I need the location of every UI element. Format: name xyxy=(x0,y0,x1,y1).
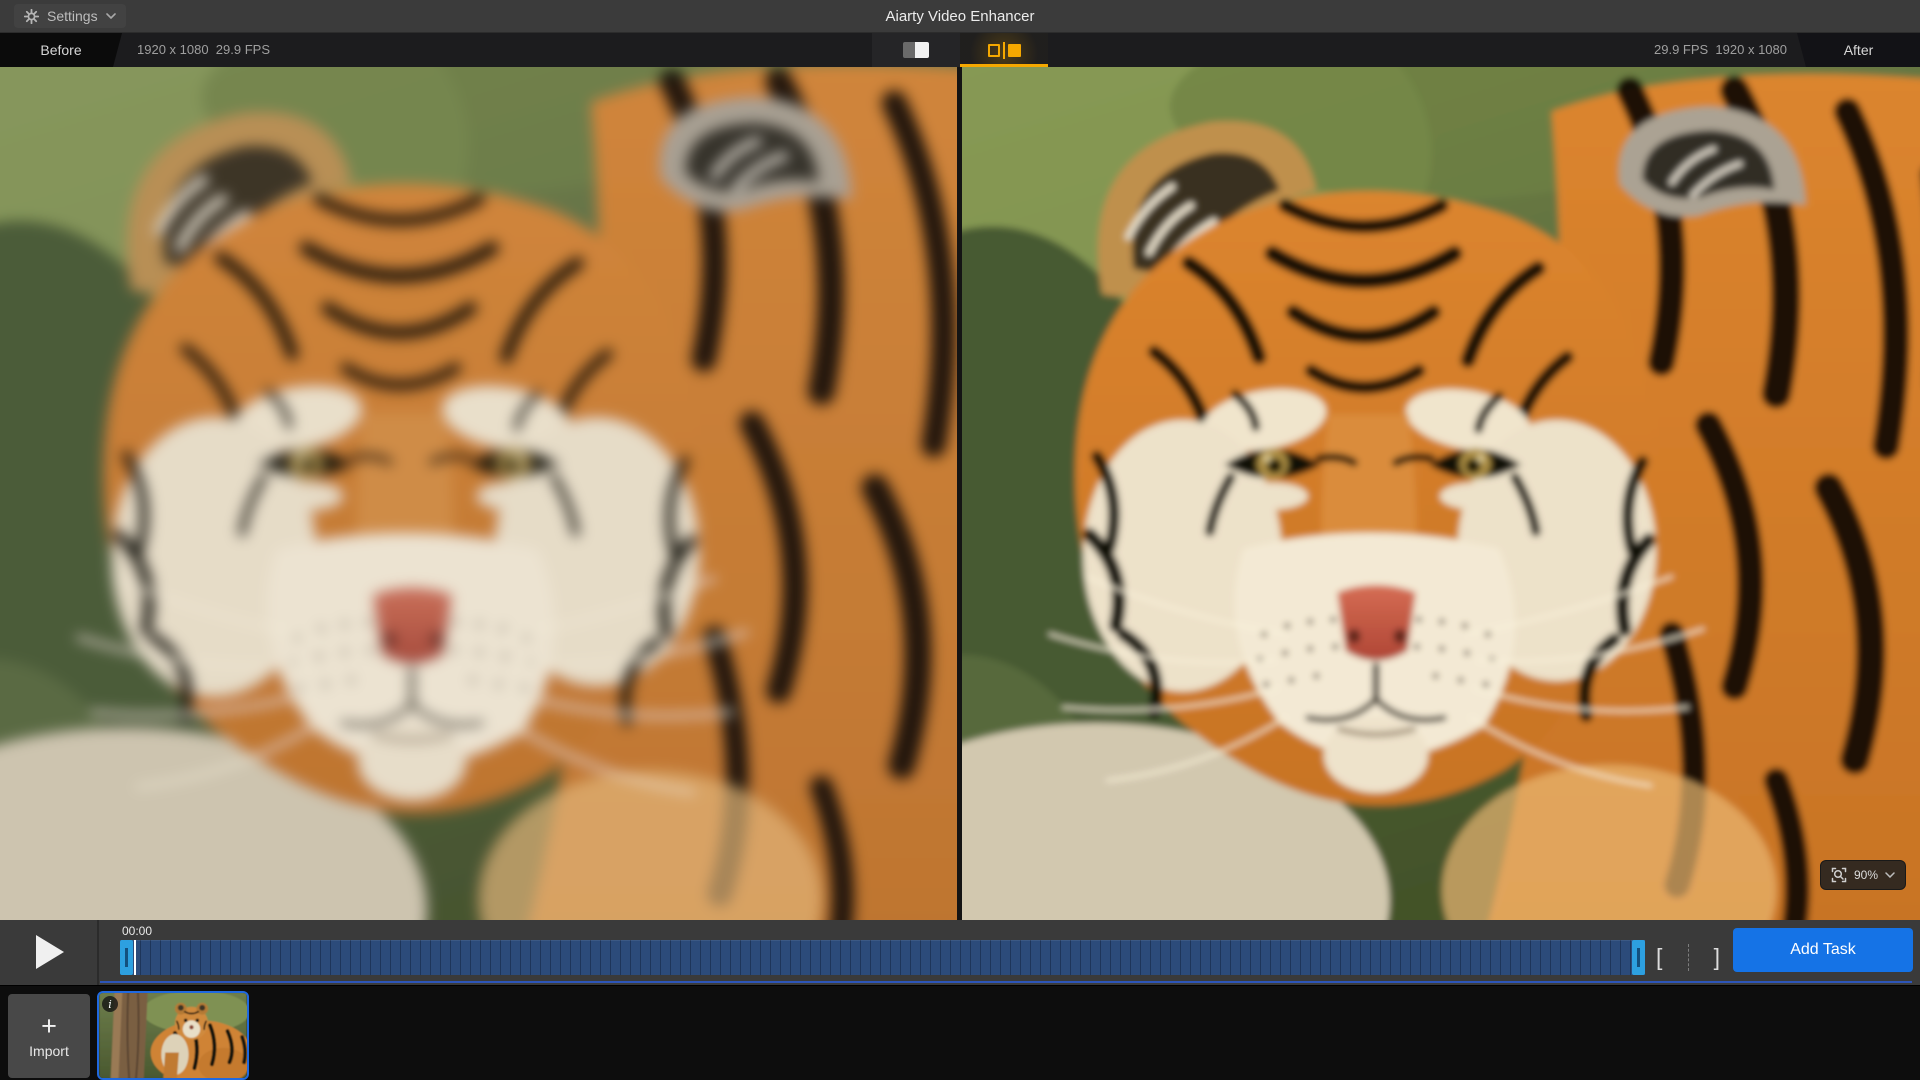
split-view-icon xyxy=(988,42,1021,59)
trim-dash-divider xyxy=(1688,944,1689,971)
tab-before[interactable]: Before xyxy=(0,33,122,67)
add-task-button[interactable]: Add Task xyxy=(1733,928,1913,972)
gear-icon xyxy=(24,9,39,24)
single-view-icon xyxy=(903,42,929,58)
tab-after[interactable]: After xyxy=(1797,33,1920,67)
player-bar: 00:00 [ ] Add Task xyxy=(0,920,1920,985)
trim-range-buttons: [ ] xyxy=(1656,940,1720,975)
plus-icon: + xyxy=(41,1013,57,1040)
play-button[interactable] xyxy=(22,929,78,975)
timeline-scrollbar[interactable] xyxy=(100,981,1912,983)
before-tiger-image xyxy=(0,67,957,920)
before-resolution-fps: 1920 x 1080 29.9 FPS xyxy=(137,33,270,67)
play-icon xyxy=(35,934,65,970)
import-button[interactable]: + Import xyxy=(8,994,90,1078)
trim-start-handle[interactable] xyxy=(120,940,133,975)
video-thumbnail[interactable] xyxy=(97,991,249,1080)
info-icon[interactable]: i xyxy=(102,996,118,1012)
set-trim-start-button[interactable]: [ xyxy=(1656,946,1662,969)
playhead[interactable] xyxy=(134,940,136,975)
zoom-level-value: 90% xyxy=(1854,868,1878,882)
set-trim-end-button[interactable]: ] xyxy=(1714,946,1720,969)
zoom-level-control[interactable]: 90% xyxy=(1820,860,1906,890)
player-separator xyxy=(97,920,99,985)
zoom-chevron-down-icon xyxy=(1885,872,1895,878)
chevron-down-icon xyxy=(106,13,116,19)
media-strip: + Import i xyxy=(0,985,1920,1080)
current-time-label: 00:00 xyxy=(122,924,152,938)
trim-end-handle[interactable] xyxy=(1632,940,1645,975)
before-preview-pane[interactable] xyxy=(0,67,957,920)
preview-viewer: 90% xyxy=(0,67,1920,920)
after-resolution-fps: 29.9 FPS 1920 x 1080 xyxy=(1654,33,1787,67)
title-bar: Settings Aiarty Video Enhancer xyxy=(0,0,1920,33)
after-preview-pane[interactable] xyxy=(962,67,1920,920)
timeline-track[interactable] xyxy=(120,940,1645,975)
thumbnail-tiger-image xyxy=(99,993,247,1078)
zoom-magnifier-icon xyxy=(1831,867,1847,883)
after-tiger-image xyxy=(962,67,1920,920)
split-view-toggle-button[interactable] xyxy=(960,33,1048,67)
import-label: Import xyxy=(29,1043,69,1059)
compare-bar: Before 1920 x 1080 29.9 FPS 29.9 FPS 192… xyxy=(0,33,1920,67)
settings-button[interactable]: Settings xyxy=(14,4,126,28)
window-title: Aiarty Video Enhancer xyxy=(0,8,1920,25)
view-mode-toggles xyxy=(872,33,1048,67)
single-view-toggle-button[interactable] xyxy=(872,33,960,67)
settings-label: Settings xyxy=(47,8,98,24)
